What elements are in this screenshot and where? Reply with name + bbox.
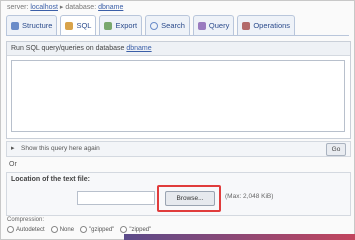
tab-operations[interactable]: Operations [237, 15, 296, 35]
compression-option-zipped[interactable]: "zipped" [120, 226, 151, 233]
operations-icon [242, 21, 251, 30]
bookmark-row: ▸ Show this query here again Go [6, 141, 351, 157]
expand-toggle-icon[interactable]: ▸ [11, 144, 15, 152]
bookmark-label: Show this query here again [21, 145, 100, 152]
tab-structure-label: Structure [22, 21, 53, 30]
tab-search-label: Search [161, 21, 185, 30]
go-button[interactable]: Go [326, 143, 346, 156]
tab-export[interactable]: Export [99, 15, 143, 35]
breadcrumb: server: localhost ▸ database: dbname [7, 3, 123, 11]
sql-query-textarea[interactable] [11, 60, 345, 132]
sql-header-db-link[interactable]: dbname [126, 45, 151, 52]
tab-query[interactable]: Query [192, 15, 235, 35]
tab-search[interactable]: Search [145, 15, 190, 35]
tab-sql-label: SQL [76, 21, 92, 30]
search-icon [150, 21, 159, 30]
tab-sql[interactable]: SQL [60, 15, 97, 35]
breadcrumb-separator: ▸ database: [57, 4, 99, 11]
tab-structure[interactable]: Structure [6, 15, 58, 35]
compression-option-gzipped[interactable]: "gzipped" [80, 226, 114, 233]
breadcrumb-prefix: server: [7, 4, 31, 11]
upload-location-label: Location of the text file: [11, 176, 90, 183]
compression-option-label: "gzipped" [89, 226, 115, 233]
radio-icon [50, 226, 58, 233]
tab-bar: Structure SQL Export Search Query Operat… [6, 15, 349, 35]
tab-query-label: Query [208, 21, 230, 30]
tab-operations-label: Operations [253, 21, 291, 30]
browse-button[interactable]: Browse... [165, 191, 215, 206]
max-size-label: (Max: 2,048 KiB) [225, 193, 274, 200]
sql-query-panel: Run SQL query/queries on database dbname [6, 41, 351, 139]
sql-icon [65, 21, 74, 30]
radio-icon [7, 226, 14, 233]
compression-option-label: "zipped" [129, 226, 152, 233]
export-icon [104, 21, 113, 30]
radio-icon [80, 226, 88, 233]
bottom-accent-bar [124, 234, 355, 240]
compression-options: Autodetect None "gzipped" "zipped" [7, 226, 151, 233]
file-path-input[interactable] [77, 191, 155, 205]
breadcrumb-database-link[interactable]: dbname [98, 4, 123, 11]
or-label: Or [9, 161, 17, 168]
compression-option-none[interactable]: None [50, 226, 75, 233]
radio-icon [120, 226, 128, 233]
sql-panel-header: Run SQL query/queries on database dbname [7, 42, 350, 56]
tab-divider [6, 35, 349, 36]
upload-panel: Location of the text file: Browse... (Ma… [6, 172, 351, 216]
sql-header-text: Run SQL query/queries on database [11, 45, 127, 52]
compression-option-label: Autodetect [16, 226, 45, 233]
breadcrumb-server-link[interactable]: localhost [30, 4, 58, 11]
compression-option-label: None [59, 226, 75, 233]
query-icon [197, 21, 206, 30]
table-icon [11, 21, 19, 30]
tab-export-label: Export [115, 21, 138, 30]
app-window: server: localhost ▸ database: dbname Str… [0, 0, 355, 240]
compression-option-autodetect[interactable]: Autodetect [7, 226, 45, 233]
compression-title: Compression: [7, 217, 45, 223]
